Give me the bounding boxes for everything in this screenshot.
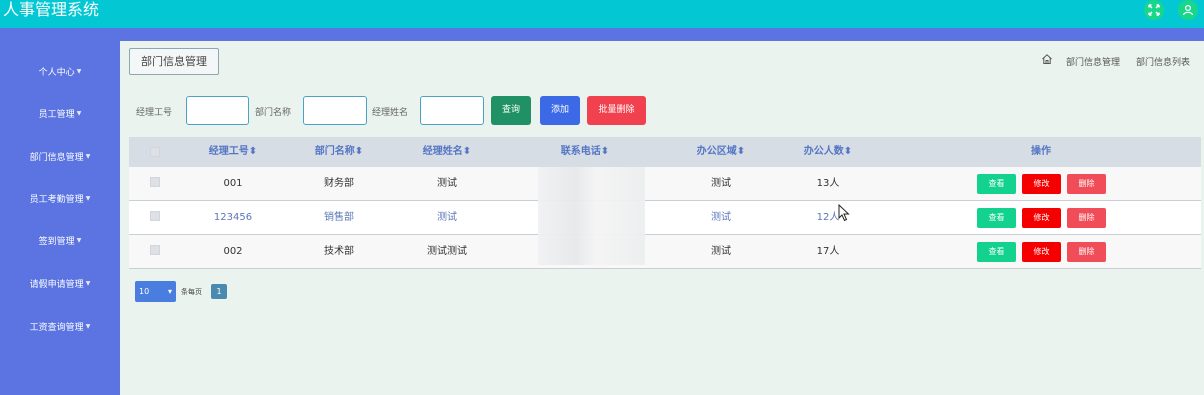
cell-dept-name: 技术部 [324, 246, 354, 257]
user-icon[interactable] [1178, 0, 1198, 20]
chevron-down-icon: ▼ [85, 195, 91, 202]
chevron-down-icon: ▼ [85, 323, 91, 330]
chevron-down-icon: ▼ [85, 280, 91, 287]
sidebar-item-personal-center[interactable]: 个人中心 ▼ [0, 62, 120, 82]
view-button[interactable]: 查看 [977, 208, 1016, 228]
chevron-down-icon: ▼ [76, 110, 82, 117]
chevron-down-icon: ▼ [85, 153, 91, 160]
sidebar-item-checkin[interactable]: 签到管理 ▼ [0, 231, 120, 251]
header-strip [0, 28, 1204, 41]
sidebar-item-leave[interactable]: 请假申请管理 ▼ [0, 274, 120, 294]
cell-manager-id: 001 [223, 178, 243, 189]
filter-label-manager-id: 经理工号 [136, 108, 173, 118]
delete-button[interactable]: 删除 [1067, 242, 1106, 262]
column-header-manager-id[interactable]: 经理工号⬍ [209, 137, 257, 167]
sidebar: 个人中心 ▼ 员工管理 ▼ 部门信息管理 ▼ 员工考勤管理 ▼ 签到管理 ▼ 请假申请管理… [0, 41, 120, 395]
per-page-label: 条每页 [181, 288, 202, 296]
chevron-down-icon: ▼ [76, 237, 82, 244]
page-title-button[interactable]: 部门信息管理 [129, 48, 219, 75]
cell-dept-name: 财务部 [324, 178, 354, 189]
cell-area: 测试 [711, 212, 731, 223]
sidebar-item-salary[interactable]: 工资查询管理 ▼ [0, 317, 120, 337]
home-icon[interactable] [1041, 53, 1053, 65]
cell-manager-id: 002 [223, 246, 243, 257]
edit-button[interactable]: 修改 [1022, 174, 1061, 194]
table-row: 123456 销售部 测试 测试 12人 查看 修改 删除 [129, 201, 1201, 235]
filter-label-dept-name: 部门名称 [255, 108, 292, 118]
chevron-down-icon: ▼ [76, 68, 82, 75]
row-checkbox[interactable] [150, 177, 160, 187]
dept-name-input[interactable] [303, 96, 367, 125]
cell-manager-name: 测试测试 [427, 246, 467, 257]
cell-manager-id: 123456 [213, 212, 253, 223]
batch-delete-button[interactable]: 批量删除 [587, 96, 646, 125]
column-header-manager-name[interactable]: 经理姓名⬍ [423, 137, 471, 167]
sort-icon: ⬍ [600, 146, 610, 157]
chevron-down-icon: ▾ [167, 287, 172, 296]
column-header-dept-name[interactable]: 部门名称⬍ [315, 137, 363, 167]
table-header: 经理工号⬍ 部门名称⬍ 经理姓名⬍ 联系电话⬍ 办公区域⬍ 办公人数⬍ 操作 [129, 137, 1201, 167]
query-button[interactable]: 查询 [491, 96, 531, 125]
table-row: 002 技术部 测试测试 测试 17人 查看 修改 删除 [129, 235, 1201, 269]
view-button[interactable]: 查看 [977, 174, 1016, 194]
cell-manager-name: 测试 [437, 178, 457, 189]
cell-dept-name: 销售部 [324, 212, 354, 223]
delete-button[interactable]: 删除 [1067, 208, 1106, 228]
sidebar-item-attendance[interactable]: 员工考勤管理 ▼ [0, 189, 120, 209]
mouse-cursor-icon [838, 204, 850, 222]
edit-button[interactable]: 修改 [1022, 208, 1061, 228]
sort-icon: ⬍ [354, 146, 364, 157]
column-header-area[interactable]: 办公区域⬍ [697, 137, 745, 167]
cell-manager-name: 测试 [437, 212, 457, 223]
sort-icon: ⬍ [248, 146, 258, 157]
fullscreen-icon[interactable] [1144, 0, 1164, 20]
cell-area: 测试 [711, 246, 731, 257]
table-row: 001 财务部 测试 测试 13人 查看 修改 删除 [129, 167, 1201, 201]
cell-count: 13人 [816, 178, 840, 189]
add-button[interactable]: 添加 [540, 96, 580, 125]
sidebar-item-staff[interactable]: 员工管理 ▼ [0, 104, 120, 124]
breadcrumb-item: 部门信息列表 [1136, 58, 1191, 68]
cell-count: 17人 [816, 246, 840, 257]
breadcrumb-item[interactable]: 部门信息管理 [1066, 55, 1120, 68]
sort-icon: ⬍ [736, 146, 746, 157]
column-header-count[interactable]: 办公人数⬍ [804, 137, 852, 167]
edit-button[interactable]: 修改 [1022, 242, 1061, 262]
manager-name-input[interactable] [420, 96, 484, 125]
page-number-button[interactable]: 1 [211, 284, 227, 299]
row-checkbox[interactable] [150, 211, 160, 221]
manager-id-input[interactable] [186, 96, 249, 125]
column-header-phone[interactable]: 联系电话⬍ [561, 137, 609, 167]
top-bar: 人事管理系统 [0, 0, 1204, 28]
cell-area: 测试 [711, 178, 731, 189]
select-all-checkbox[interactable] [150, 147, 160, 157]
app-title: 人事管理系统 [3, 0, 100, 19]
sidebar-item-department[interactable]: 部门信息管理 ▼ [0, 147, 120, 167]
redacted-phone-area [538, 167, 645, 265]
sort-icon: ⬍ [843, 146, 853, 157]
filter-label-manager-name: 经理姓名 [372, 108, 409, 118]
sort-icon: ⬍ [462, 146, 472, 157]
page-size-select[interactable]: 10 ▾ [135, 281, 176, 302]
view-button[interactable]: 查看 [977, 242, 1016, 262]
column-header-actions: 操作 [1031, 146, 1051, 157]
delete-button[interactable]: 删除 [1067, 174, 1106, 194]
row-checkbox[interactable] [150, 245, 160, 255]
cell-count: 12人 [816, 212, 840, 223]
